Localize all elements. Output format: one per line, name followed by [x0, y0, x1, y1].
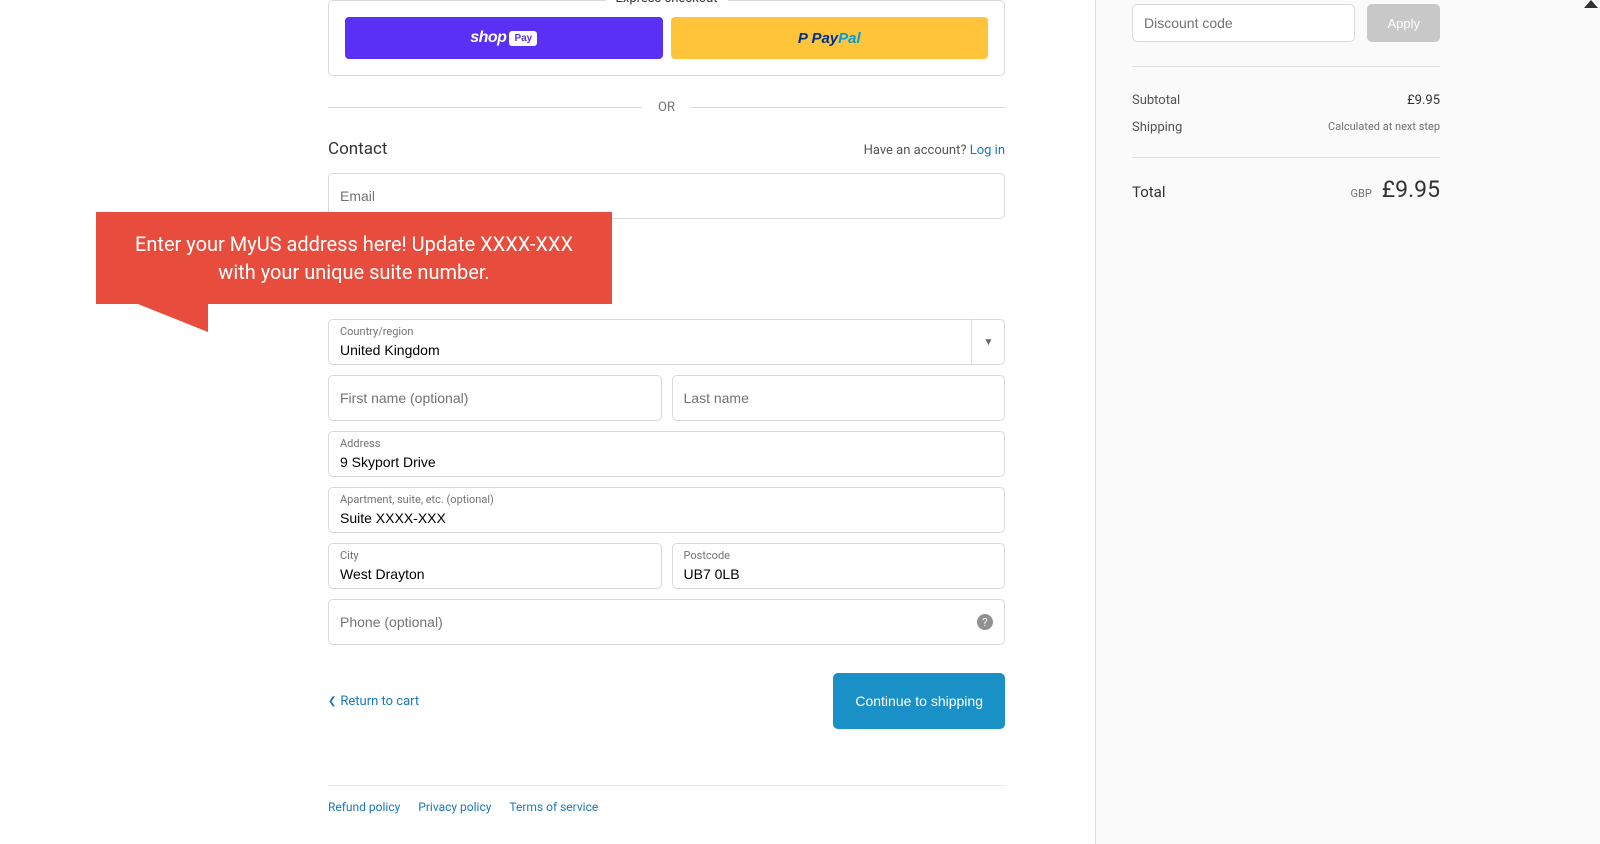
express-checkout-box: Express checkout shopPay P PayPal [328, 0, 1005, 76]
postcode-input[interactable] [672, 543, 1006, 589]
or-divider: OR [328, 100, 1005, 115]
country-select[interactable]: Country/region ▼ [328, 319, 1005, 365]
first-name-input[interactable] [328, 375, 662, 421]
terms-of-service-link[interactable]: Terms of service [509, 800, 598, 814]
contact-heading: Contact [328, 139, 387, 159]
instruction-callout: Enter your MyUS address here! Update XXX… [96, 212, 612, 304]
footer-links: Refund policy Privacy policy Terms of se… [328, 785, 1005, 814]
callout-text: Enter your MyUS address here! Update XXX… [96, 212, 612, 304]
chevron-down-icon[interactable]: ▼ [971, 319, 1005, 365]
shop-pay-logo: shop [470, 29, 506, 47]
chevron-left-icon: ❮ [328, 696, 336, 707]
apply-discount-button[interactable]: Apply [1367, 4, 1440, 42]
continue-to-shipping-button[interactable]: Continue to shipping [833, 673, 1005, 729]
shop-pay-badge: Pay [509, 31, 537, 46]
paypal-logo: P PayPal [798, 30, 861, 47]
shipping-row: Shipping Calculated at next step [1132, 114, 1440, 141]
return-to-cart-link[interactable]: ❮ Return to cart [328, 694, 419, 709]
subtotal-row: Subtotal £9.95 [1132, 87, 1440, 114]
shop-pay-button[interactable]: shopPay [345, 17, 663, 59]
total-row: Total GBP £9.95 [1132, 158, 1440, 203]
privacy-policy-link[interactable]: Privacy policy [418, 800, 491, 814]
scroll-up-icon[interactable] [1584, 0, 1598, 8]
phone-input[interactable] [328, 599, 1005, 645]
callout-pointer [108, 292, 208, 332]
have-account-text: Have an account? Log in [864, 143, 1005, 158]
discount-code-input[interactable] [1132, 4, 1355, 42]
address-input[interactable] [328, 431, 1005, 477]
express-checkout-label: Express checkout [605, 0, 727, 6]
help-icon[interactable]: ? [977, 614, 993, 630]
login-link[interactable]: Log in [970, 143, 1005, 158]
refund-policy-link[interactable]: Refund policy [328, 800, 400, 814]
apartment-input[interactable] [328, 487, 1005, 533]
country-value[interactable] [328, 319, 1005, 365]
paypal-button[interactable]: P PayPal [671, 17, 989, 59]
city-input[interactable] [328, 543, 662, 589]
last-name-input[interactable] [672, 375, 1006, 421]
